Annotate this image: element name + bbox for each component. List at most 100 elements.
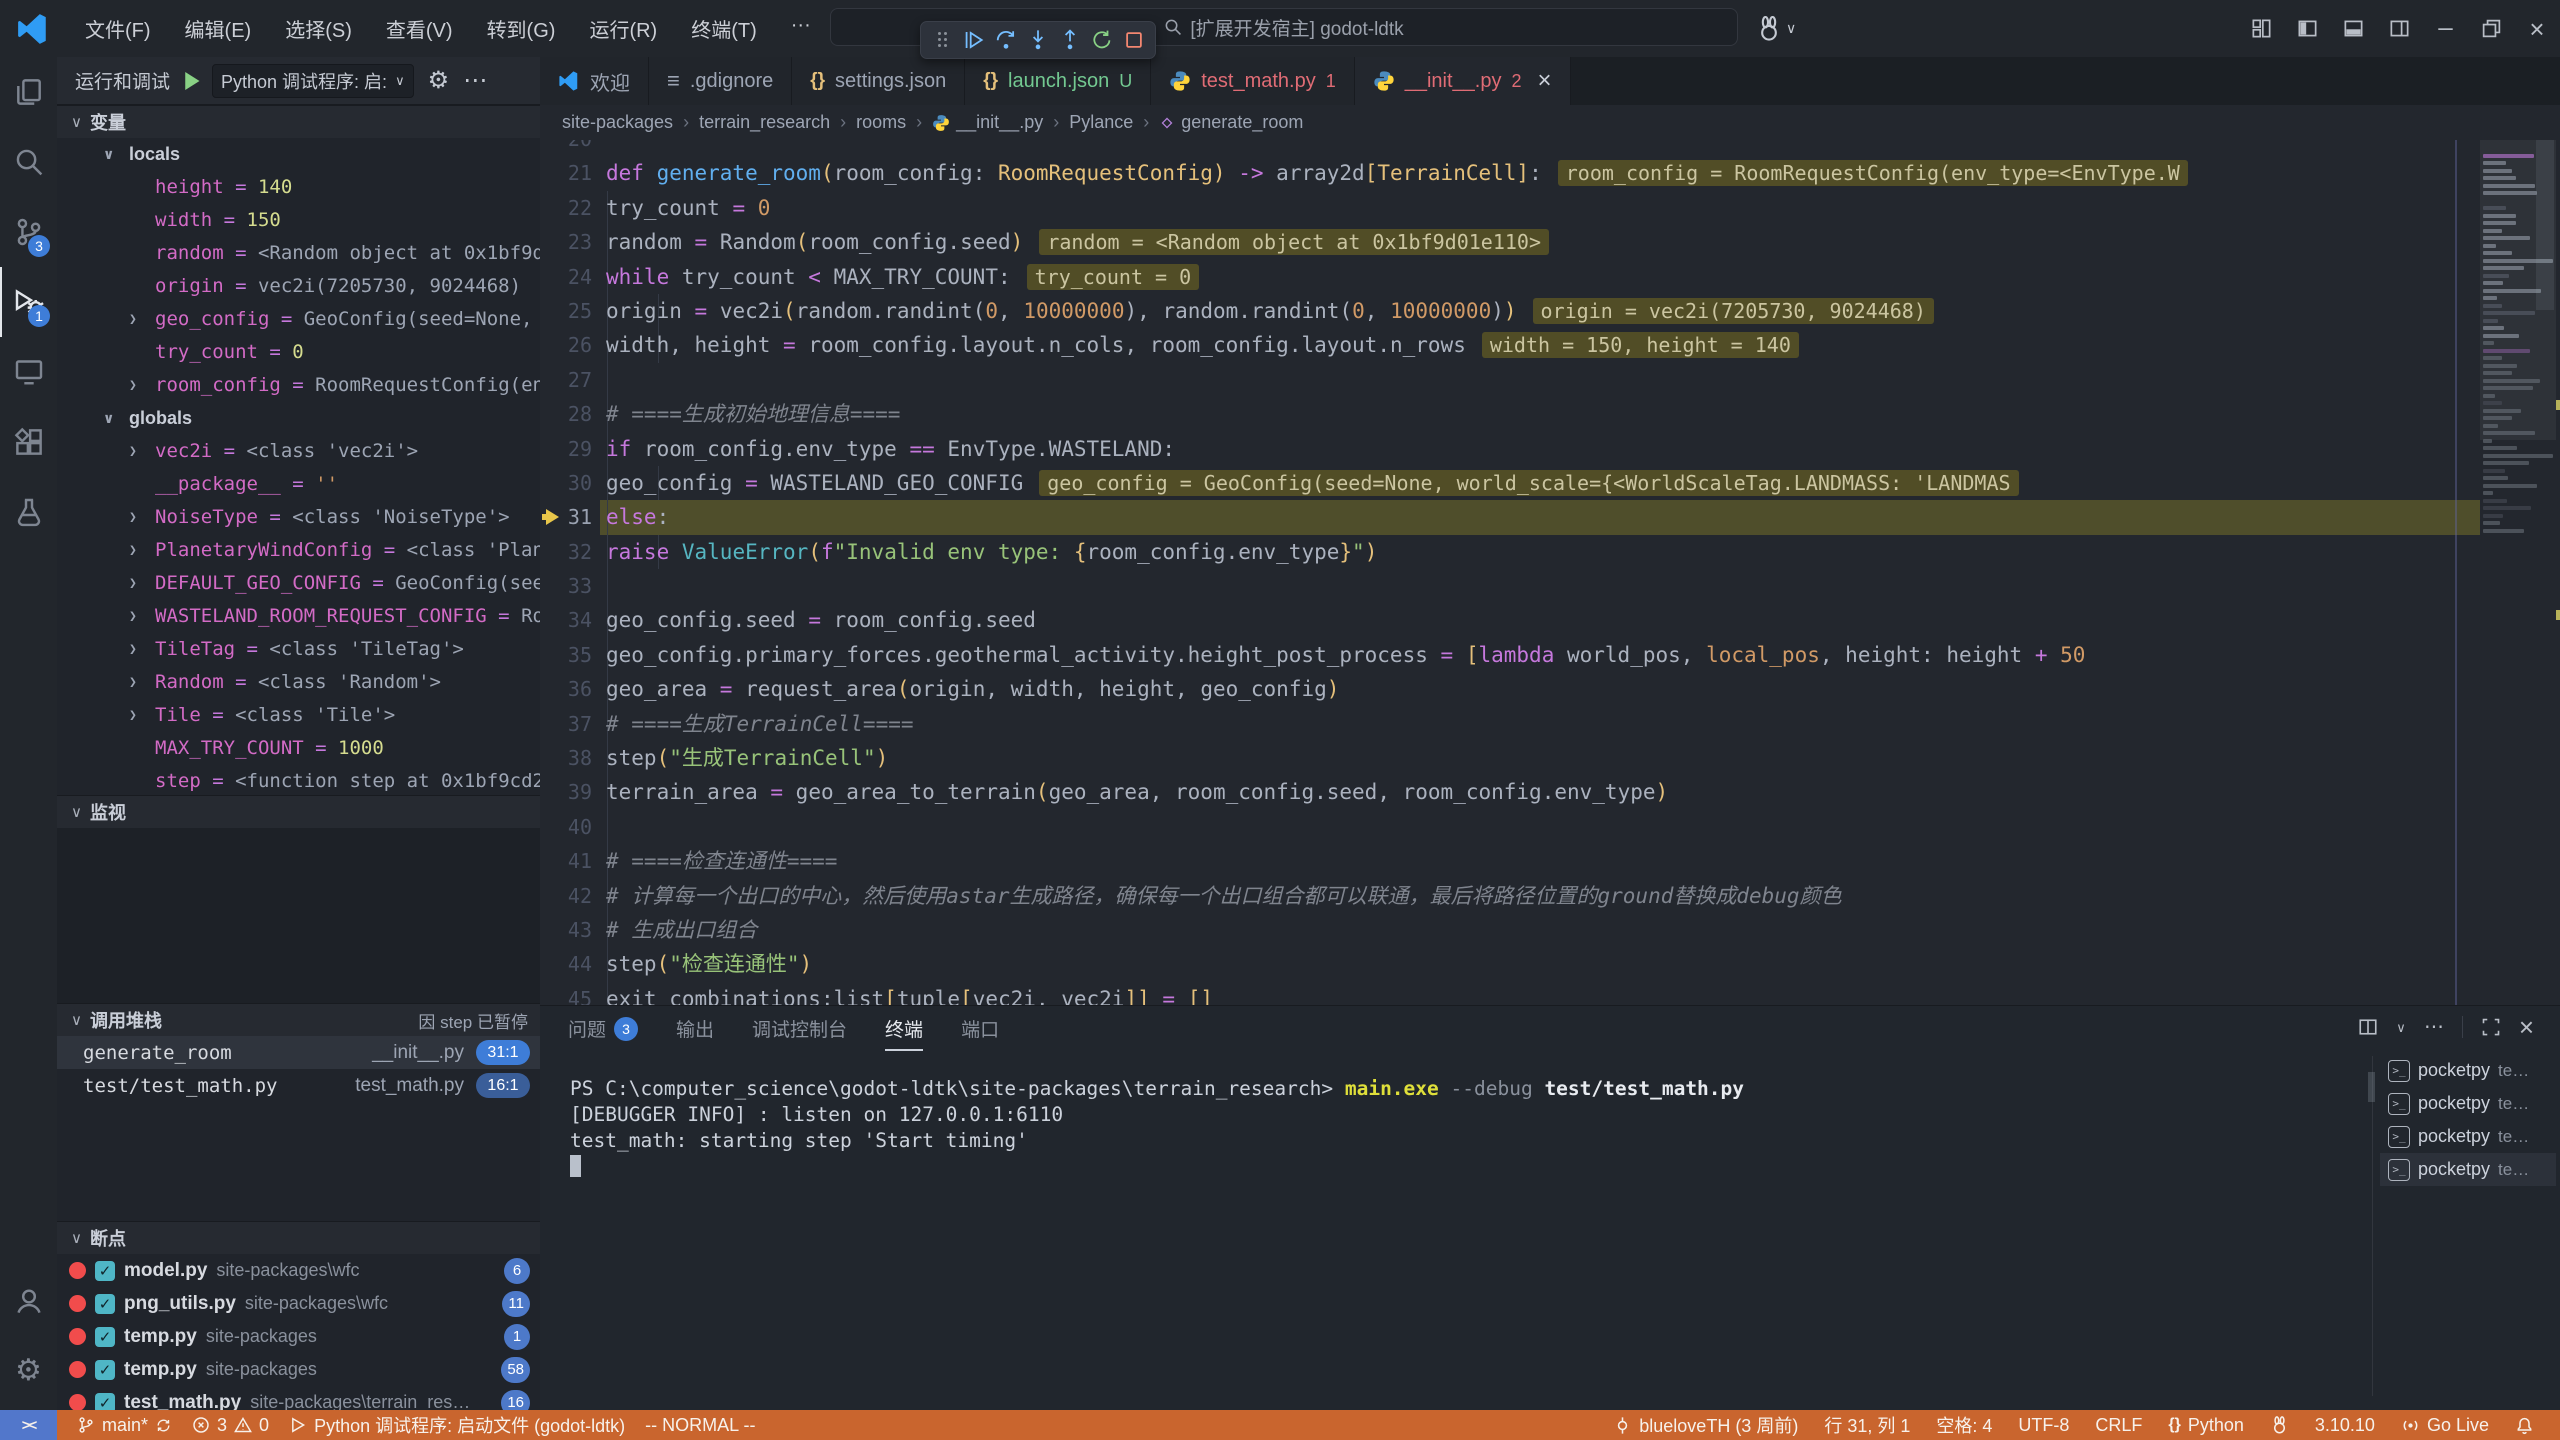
tab-.gdignore[interactable]: ≡.gdignore <box>649 57 792 105</box>
tab-test_math.py[interactable]: test_math.py1 <box>1151 57 1355 105</box>
menu-···[interactable]: ··· <box>774 8 828 49</box>
code-line-26[interactable]: 26 width, height = room_config.layout.n_… <box>540 328 2560 362</box>
code-line-20[interactable]: 20 <box>540 140 2560 156</box>
step-into-button[interactable] <box>1023 25 1053 55</box>
layout-grid-button[interactable] <box>2238 0 2284 57</box>
terminal-output[interactable]: PS C:\computer_science\godot-ldtk\site-p… <box>570 1076 2360 1180</box>
code-line-39[interactable]: 39 terrain_area = geo_area_to_terrain(ge… <box>540 775 2560 809</box>
breadcrumb-item[interactable]: site-packages <box>562 112 673 133</box>
breakpoint-row[interactable]: ✓model.pysite-packages\wfc6 <box>57 1254 540 1287</box>
variable-row[interactable]: height = 140 <box>57 171 540 204</box>
stop-button[interactable] <box>1119 25 1149 55</box>
breakpoint-row[interactable]: ✓temp.pysite-packages58 <box>57 1353 540 1386</box>
start-debug-button[interactable] <box>180 69 204 93</box>
terminal-list-scrollbar[interactable] <box>2368 1072 2375 1102</box>
menu-文件(F)[interactable]: 文件(F) <box>68 8 168 49</box>
variable-row[interactable]: ❯NoiseType = <class 'NoiseType'> <box>57 501 540 534</box>
remote-indicator[interactable]: >< <box>0 1410 57 1440</box>
code-line-27[interactable]: 27 <box>540 363 2560 397</box>
variable-row[interactable]: ❯PlanetaryWindConfig = <class 'Planeta… <box>57 534 540 567</box>
checkbox-checked-icon[interactable]: ✓ <box>95 1393 115 1411</box>
split-terminal-button[interactable] <box>2358 1017 2378 1037</box>
activitybar-run-and-debug[interactable]: 1 <box>0 267 57 337</box>
close-icon[interactable]: × <box>1538 67 1552 95</box>
editor-scrollbar[interactable] <box>2536 140 2554 310</box>
panel-tab-终端[interactable]: 终端 <box>885 1006 923 1051</box>
code-line-28[interactable]: 28 # ====生成初始地理信息==== <box>540 397 2560 431</box>
tab-launch.json[interactable]: {}launch.jsonU <box>965 57 1151 105</box>
statusbar-notifications[interactable] <box>2515 1416 2534 1435</box>
statusbar-python-version[interactable]: 3.10.10 <box>2315 1415 2375 1436</box>
breadcrumb[interactable]: site-packages›terrain_research›rooms›__i… <box>540 105 2560 140</box>
checkbox-checked-icon[interactable]: ✓ <box>95 1294 115 1314</box>
statusbar-pocketpy[interactable] <box>2270 1416 2289 1435</box>
activitybar-testing[interactable] <box>0 477 57 547</box>
activitybar-settings[interactable]: ⚙ <box>0 1336 57 1406</box>
breakpoint-row[interactable]: ✓png_utils.pysite-packages\wfc11 <box>57 1287 540 1320</box>
panel-tab-问题[interactable]: 问题3 <box>568 1006 638 1051</box>
tab-settings.json[interactable]: {}settings.json <box>792 57 965 105</box>
panel-tab-端口[interactable]: 端口 <box>961 1006 999 1051</box>
code-line-29[interactable]: 29 if room_config.env_type == EnvType.WA… <box>540 432 2560 466</box>
checkbox-checked-icon[interactable]: ✓ <box>95 1327 115 1347</box>
stack-frame[interactable]: test/test_math.pytest_math.py16:1 <box>57 1069 540 1102</box>
code-line-21[interactable]: 21def generate_room(room_config: RoomReq… <box>540 156 2560 190</box>
menu-终端(T)[interactable]: 终端(T) <box>674 8 774 49</box>
restart-button[interactable] <box>1087 25 1117 55</box>
restore-button[interactable] <box>2468 0 2514 57</box>
code-line-31[interactable]: 31 else: <box>540 500 2560 534</box>
variable-row[interactable]: ❯WASTELAND_ROOM_REQUEST_CONFIG = RoomR… <box>57 600 540 633</box>
terminal-list-item[interactable]: >_pocketpyte… <box>2380 1087 2556 1120</box>
code-line-32[interactable]: 32 raise ValueError(f"Invalid env type: … <box>540 535 2560 569</box>
section-call-stack[interactable]: ∨调用堆栈因 step 已暂停 <box>57 1003 540 1036</box>
variable-row[interactable]: ❯DEFAULT_GEO_CONFIG = GeoConfig(seed=1… <box>57 567 540 600</box>
panel-tab-输出[interactable]: 输出 <box>676 1006 714 1051</box>
statusbar-go-live[interactable]: Go Live <box>2401 1415 2489 1436</box>
statusbar-eol[interactable]: CRLF <box>2095 1415 2142 1436</box>
variable-row[interactable]: step = <function step at 0x1bf9cd216d <box>57 765 540 795</box>
activitybar-extensions[interactable] <box>0 407 57 477</box>
scope-locals[interactable]: ∨locals <box>57 138 540 171</box>
variable-row[interactable]: ❯geo_config = GeoConfig(seed=None, wor… <box>57 303 540 336</box>
chevron-down-button[interactable]: ∨ <box>2396 1021 2406 1034</box>
terminal-list-item[interactable]: >_pocketpyte… <box>2380 1120 2556 1153</box>
step-out-button[interactable] <box>1055 25 1085 55</box>
profile-widget[interactable]: ∨ <box>1756 0 1796 57</box>
activitybar-remote-explorer[interactable] <box>0 337 57 407</box>
menu-查看(V)[interactable]: 查看(V) <box>369 8 470 49</box>
breakpoint-row[interactable]: ✓test_math.pysite-packages\terrain_res…1… <box>57 1386 540 1410</box>
code-line-24[interactable]: 24 while try_count < MAX_TRY_COUNT:try_c… <box>540 260 2560 294</box>
variable-row[interactable]: MAX_TRY_COUNT = 1000 <box>57 732 540 765</box>
breakpoint-row[interactable]: ✓temp.pysite-packages1 <box>57 1320 540 1353</box>
ellipsis-button[interactable]: ⋯ <box>2424 1017 2444 1037</box>
code-editor[interactable]: 2021def generate_room(room_config: RoomR… <box>540 140 2560 1005</box>
code-line-23[interactable]: 23 random = Random(room_config.seed)rand… <box>540 225 2560 259</box>
variable-row[interactable]: __package__ = '' <box>57 468 540 501</box>
variable-row[interactable]: ❯Random = <class 'Random'> <box>57 666 540 699</box>
code-line-45[interactable]: 45 exit_combinations:list[tuple[vec2i, v… <box>540 982 2560 1005</box>
terminal-list-item[interactable]: >_pocketpyte… <box>2380 1153 2556 1186</box>
statusbar-vim-mode[interactable]: -- NORMAL -- <box>645 1415 755 1436</box>
variable-row[interactable]: width = 150 <box>57 204 540 237</box>
statusbar-language-mode[interactable]: {}Python <box>2168 1415 2244 1436</box>
panel-left-button[interactable] <box>2284 0 2330 57</box>
continue-button[interactable] <box>959 25 989 55</box>
maximize-panel-button[interactable] <box>2481 1017 2501 1037</box>
breadcrumb-item[interactable]: rooms <box>856 112 906 133</box>
variable-row[interactable]: random = <Random object at 0x1bf9d01e… <box>57 237 540 270</box>
statusbar-encoding[interactable]: UTF-8 <box>2018 1415 2069 1436</box>
debug-config-dropdown[interactable]: Python 调试程序: 启: ∨ <box>212 64 414 98</box>
code-line-22[interactable]: 22 try_count = 0 <box>540 191 2560 225</box>
scope-globals[interactable]: ∨globals <box>57 402 540 435</box>
code-line-41[interactable]: 41 # ====检查连通性==== <box>540 844 2560 878</box>
checkbox-checked-icon[interactable]: ✓ <box>95 1261 115 1281</box>
code-line-35[interactable]: 35 geo_config.primary_forces.geothermal_… <box>540 638 2560 672</box>
code-line-34[interactable]: 34 geo_config.seed = room_config.seed <box>540 603 2560 637</box>
panel-tab-调试控制台[interactable]: 调试控制台 <box>752 1006 847 1051</box>
statusbar-debug-session[interactable]: Python 调试程序: 启动文件 (godot-ldtk) <box>289 1412 625 1438</box>
menu-选择(S)[interactable]: 选择(S) <box>268 8 369 49</box>
code-line-25[interactable]: 25 origin = vec2i(random.randint(0, 1000… <box>540 294 2560 328</box>
code-line-40[interactable]: 40 <box>540 810 2560 844</box>
more-actions-icon[interactable]: ⋯ <box>463 66 487 95</box>
stack-frame[interactable]: generate_room__init__.py31:1 <box>57 1036 540 1069</box>
